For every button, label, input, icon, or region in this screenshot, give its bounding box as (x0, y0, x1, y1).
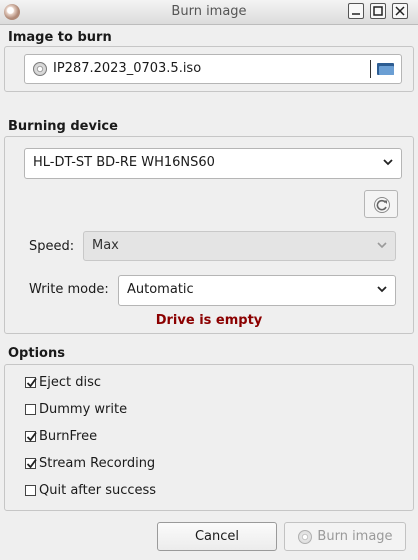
drive-status: Drive is empty (155, 313, 263, 328)
field-separator (370, 60, 371, 78)
checkmark-icon (26, 377, 37, 388)
option-label: Quit after success (39, 483, 157, 498)
minimize-button[interactable] (348, 3, 364, 19)
cancel-button[interactable]: Cancel (157, 522, 277, 551)
folder-icon[interactable] (377, 61, 395, 76)
device-select[interactable]: HL-DT-ST BD-RE WH16NS60 (24, 148, 402, 179)
chevron-down-icon (383, 159, 393, 166)
chevron-down-icon (377, 242, 387, 249)
image-file-name: IP287.2023_0703.5.iso (53, 61, 202, 76)
refresh-icon (374, 197, 390, 213)
write-mode-label: Write mode: (29, 282, 109, 297)
device-section-title: Burning device (8, 119, 118, 134)
maximize-icon (373, 6, 383, 16)
write-mode-select[interactable]: Automatic (118, 275, 396, 306)
option-label: Stream Recording (39, 456, 156, 471)
refresh-button[interactable] (364, 190, 398, 218)
close-button[interactable] (392, 3, 408, 19)
option-label: Dummy write (39, 402, 128, 417)
checkmark-icon (26, 458, 37, 469)
device-select-value: HL-DT-ST BD-RE WH16NS60 (33, 155, 215, 170)
image-file-chooser[interactable]: IP287.2023_0703.5.iso (24, 54, 402, 84)
checkbox[interactable] (25, 485, 36, 496)
disc-icon (33, 62, 47, 76)
burn-image-button-label: Burn image (317, 529, 393, 544)
speed-select-value: Max (92, 238, 119, 253)
title-bar[interactable]: Burn image (0, 0, 418, 25)
option-label: Eject disc (39, 375, 101, 390)
speed-select[interactable]: Max (83, 231, 396, 261)
checkmark-icon (26, 431, 37, 442)
minimize-icon (352, 13, 360, 15)
burn-image-dialog: Burn image Image to burn IP287.2023_0703… (0, 0, 418, 560)
chevron-down-icon (377, 286, 387, 293)
option-label: BurnFree (39, 429, 98, 444)
maximize-button[interactable] (370, 3, 386, 19)
write-mode-select-value: Automatic (127, 282, 194, 297)
speed-label: Speed: (29, 239, 75, 254)
image-section-title: Image to burn (8, 30, 112, 45)
checkbox[interactable] (25, 458, 37, 469)
options-section-title: Options (8, 346, 65, 361)
checkbox[interactable] (25, 431, 37, 442)
burn-image-button[interactable]: Burn image (284, 522, 406, 551)
checkbox[interactable] (25, 404, 36, 415)
close-icon (395, 6, 405, 16)
cancel-button-label: Cancel (194, 529, 240, 544)
checkbox[interactable] (25, 377, 37, 388)
